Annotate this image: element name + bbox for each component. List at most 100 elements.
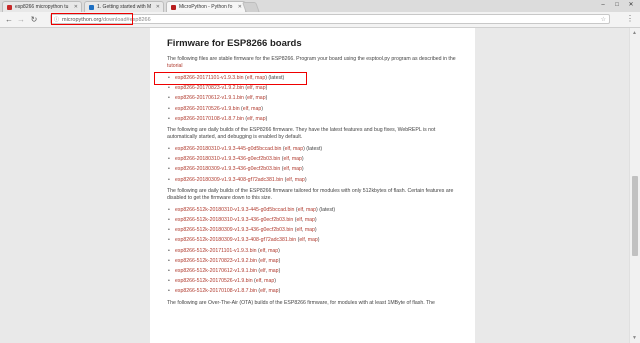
map-link[interactable]: map xyxy=(306,207,316,213)
firmware-list-item: esp8266-512k-20180309-v1.9.3-436-g0ecf2b… xyxy=(167,225,467,235)
daily-intro: The following are daily builds of the ES… xyxy=(167,127,436,141)
close-icon[interactable]: ✕ xyxy=(74,4,78,10)
elf-link[interactable]: elf xyxy=(286,177,291,183)
firmware-bin-link[interactable]: esp8266-512k-20170526-v1.9.bin xyxy=(175,278,253,284)
tab-title: MicroPython - Python fo xyxy=(179,4,233,10)
stable-intro: The following files are stable firmware … xyxy=(167,56,467,70)
map-link[interactable]: map xyxy=(251,106,261,112)
firmware-bin-link[interactable]: esp8266-20170823-v1.9.2.bin xyxy=(175,85,244,91)
forward-icon[interactable]: → xyxy=(16,14,26,25)
scroll-up-icon[interactable]: ▲ xyxy=(632,30,637,36)
elf-link[interactable]: elf xyxy=(298,207,303,213)
firmware-bin-link[interactable]: esp8266-512k-20170108-v1.8.7.bin xyxy=(175,288,257,294)
youtube-icon xyxy=(7,4,12,10)
firmware-bin-link[interactable]: esp8266-20170526-v1.9.bin xyxy=(175,106,240,112)
firmware-list-item: esp8266-20180310-v1.9.3-445-g0d5bccad.bi… xyxy=(167,144,467,154)
firmware-bin-link[interactable]: esp8266-512k-20170823-v1.9.2.bin xyxy=(175,258,257,264)
firmware-list-item: esp8266-512k-20171101-v1.9.3.bin (elf, m… xyxy=(167,246,467,256)
map-link[interactable]: map xyxy=(264,278,274,284)
firmware-bin-link[interactable]: esp8266-512k-20180309-v1.9.3-436-g0ecf2b… xyxy=(175,227,293,233)
map-link[interactable]: map xyxy=(255,85,265,91)
map-link[interactable]: map xyxy=(255,116,265,122)
url-highlight-box xyxy=(51,13,133,25)
firmware-list-item: esp8266-512k-20170823-v1.9.2.bin (elf, m… xyxy=(167,256,467,266)
latest-label: (latest) xyxy=(317,206,336,213)
map-link[interactable]: map xyxy=(295,177,305,183)
elf-link[interactable]: elf xyxy=(285,146,290,152)
map-link[interactable]: map xyxy=(268,258,278,264)
firmware-list-item: esp8266-512k-20180310-v1.9.3-436-g0ecf2b… xyxy=(167,215,467,225)
map-link[interactable]: map xyxy=(268,248,278,254)
close-icon[interactable]: ✕ xyxy=(156,4,160,10)
firmware-bin-link[interactable]: esp8266-512k-20170612-v1.9.1.bin xyxy=(175,268,257,274)
elf-link[interactable]: elf xyxy=(247,85,252,91)
firmware-bin-link[interactable]: esp8266-20180309-v1.9.3-436-g0ecf2b03.bi… xyxy=(175,166,280,172)
firmware-list-item: esp8266-512k-20170612-v1.9.1.bin (elf, m… xyxy=(167,266,467,276)
firmware-list-item: esp8266-20170526-v1.9.bin (elf, map) xyxy=(167,104,467,114)
elf-link[interactable]: elf xyxy=(299,237,304,243)
maximize-icon[interactable]: □ xyxy=(610,0,624,10)
firmware-bin-link[interactable]: esp8266-20170612-v1.9.1.bin xyxy=(175,95,244,101)
window-close-icon[interactable]: ✕ xyxy=(624,0,638,10)
address-bar[interactable]: ⓘ micropython.org/download#esp8266 ☆ xyxy=(50,14,610,24)
map-link[interactable]: map xyxy=(305,217,315,223)
scroll-down-icon[interactable]: ▼ xyxy=(632,335,637,341)
firmware-bin-link[interactable]: esp8266-512k-20180310-v1.9.3-436-g0ecf2b… xyxy=(175,217,293,223)
scrollbar-thumb[interactable] xyxy=(632,176,638,256)
512k-intro: The following are daily builds of the ES… xyxy=(167,187,454,201)
firmware-bin-link[interactable]: esp8266-512k-20180309-v1.9.3-408-gf72adc… xyxy=(175,237,296,243)
page-scrollbar[interactable]: ▲ ▼ xyxy=(629,28,640,343)
menu-icon[interactable]: ⋮ xyxy=(626,13,634,25)
elf-link[interactable]: elf xyxy=(283,156,288,162)
firmware-bin-link[interactable]: esp8266-20180310-v1.9.3-445-g0d5bccad.bi… xyxy=(175,146,281,152)
firmware-list-item: esp8266-20180309-v1.9.3-408-gf72adc381.b… xyxy=(167,175,467,185)
close-icon[interactable]: ✕ xyxy=(238,4,242,10)
tab-title: esp8266 micropython tu xyxy=(15,4,69,10)
elf-link[interactable]: elf xyxy=(260,288,265,294)
map-link[interactable]: map xyxy=(293,146,303,152)
map-link[interactable]: map xyxy=(268,268,278,274)
map-link[interactable]: map xyxy=(292,166,302,172)
reload-icon[interactable]: ↻ xyxy=(29,14,39,25)
firmware-bin-link[interactable]: esp8266-20180309-v1.9.3-408-gf72adc381.b… xyxy=(175,177,283,183)
elf-link[interactable]: elf xyxy=(283,166,288,172)
tab-micropython[interactable]: MicroPython - Python fo ✕ xyxy=(166,1,246,12)
map-link[interactable]: map xyxy=(308,237,318,243)
firmware-bin-link[interactable]: esp8266-512k-20171101-v1.9.3.bin xyxy=(175,248,257,254)
firmware-list-item: esp8266-512k-20170108-v1.8.7.bin (elf, m… xyxy=(167,286,467,296)
firmware-list-item: esp8266-20170612-v1.9.1.bin (elf, map) xyxy=(167,93,467,103)
minimize-icon[interactable]: – xyxy=(596,0,610,10)
latest-label: (latest) xyxy=(304,146,323,153)
elf-link[interactable]: elf xyxy=(296,227,301,233)
tab-esp8266-tutorial[interactable]: esp8266 micropython tu ✕ xyxy=(2,1,82,12)
back-icon[interactable]: ← xyxy=(4,14,14,25)
elf-link[interactable]: elf xyxy=(247,116,252,122)
daily-firmware-list: esp8266-20180310-v1.9.3-445-g0d5bccad.bi… xyxy=(167,144,467,185)
elf-link[interactable]: elf xyxy=(256,278,261,284)
firmware-bin-link[interactable]: esp8266-20170108-v1.8.7.bin xyxy=(175,116,244,122)
bookmark-star-icon[interactable]: ☆ xyxy=(601,15,606,25)
map-link[interactable]: map xyxy=(268,288,278,294)
elf-link[interactable]: elf xyxy=(260,258,265,264)
map-link[interactable]: map xyxy=(255,95,265,101)
tutorial-link[interactable]: tutorial xyxy=(167,63,183,69)
document-icon xyxy=(89,4,94,10)
firmware-bin-link[interactable]: esp8266-20180310-v1.9.3-436-g0ecf2b03.bi… xyxy=(175,156,280,162)
firmware-list-item: esp8266-512k-20170526-v1.9.bin (elf, map… xyxy=(167,276,467,286)
page-content: Firmware for ESP8266 boards The followin… xyxy=(150,28,475,343)
firmware-list-item: esp8266-20170108-v1.8.7.bin (elf, map) xyxy=(167,114,467,124)
elf-link[interactable]: elf xyxy=(260,248,265,254)
firmware-bin-link[interactable]: esp8266-512k-20180310-v1.9.3-445-g0d5bcc… xyxy=(175,207,294,213)
tab-getting-started[interactable]: 1. Getting started with M ✕ xyxy=(84,1,164,12)
ota-intro: The following are Over-The-Air (OTA) bui… xyxy=(167,299,435,306)
firmware-list-item: esp8266-512k-20180309-v1.9.3-408-gf72adc… xyxy=(167,235,467,245)
map-link[interactable]: map xyxy=(292,156,302,162)
elf-link[interactable]: elf xyxy=(296,217,301,223)
firmware-list-item: esp8266-20180310-v1.9.3-436-g0ecf2b03.bi… xyxy=(167,154,467,164)
tab-title: 1. Getting started with M xyxy=(97,4,152,10)
elf-link[interactable]: elf xyxy=(260,268,265,274)
elf-link[interactable]: elf xyxy=(243,106,248,112)
firmware-list-item: esp8266-512k-20180310-v1.9.3-445-g0d5bcc… xyxy=(167,205,467,215)
map-link[interactable]: map xyxy=(305,227,315,233)
elf-link[interactable]: elf xyxy=(247,95,252,101)
